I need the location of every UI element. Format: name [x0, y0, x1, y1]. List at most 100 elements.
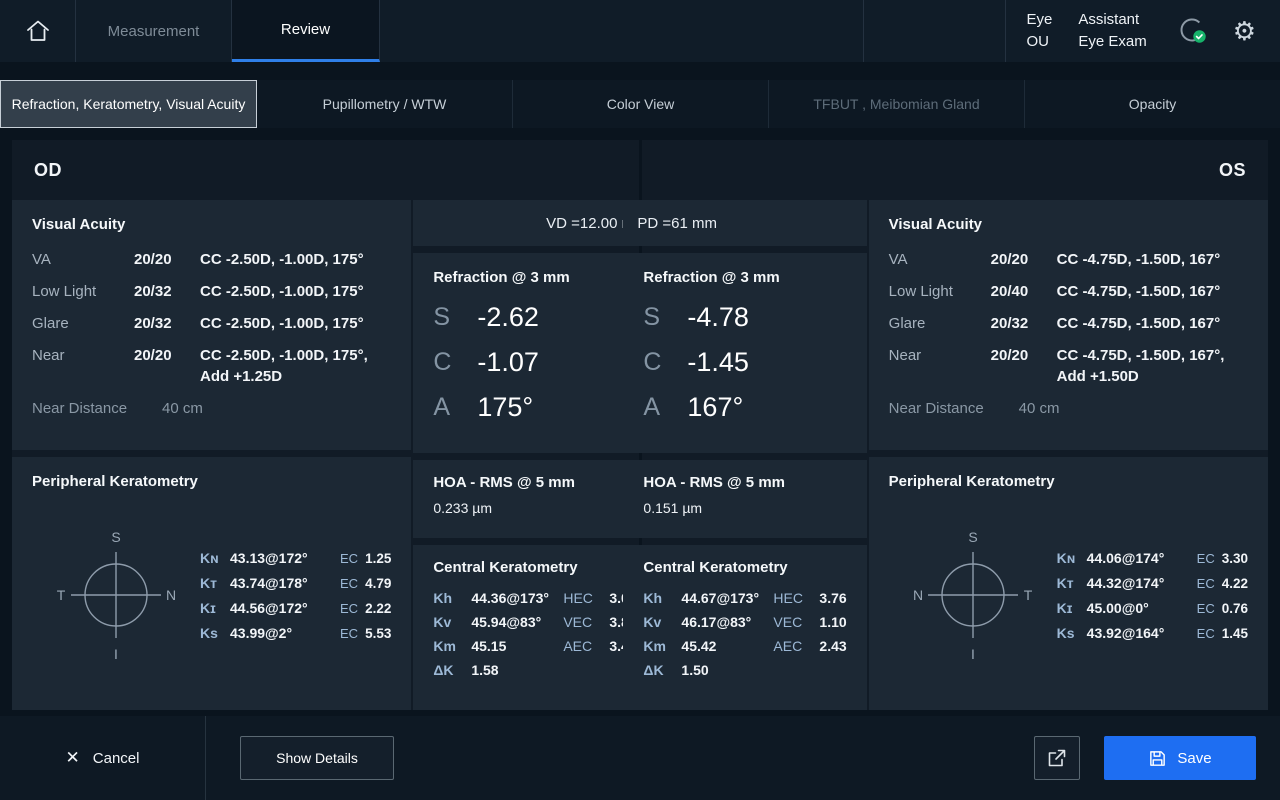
- od-peripheral-keratometry-panel: Peripheral Keratometry S I T: [12, 457, 411, 710]
- os-dk-row: ΔK 1.50: [643, 662, 846, 678]
- os-axis-compass: S I N T: [889, 526, 1057, 664]
- svg-text:N: N: [913, 587, 923, 603]
- od-near-distance-row: Near Distance 40 cm: [32, 398, 391, 419]
- assistant-value: Eye Exam: [1078, 31, 1146, 53]
- os-hoa-value: 0.151 µm: [643, 500, 846, 516]
- gear-icon: ⚙: [1233, 16, 1256, 47]
- os-va-row: VA 20/20 CC -4.75D, -1.50D, 167°: [889, 249, 1248, 270]
- od-ks-row: Ks 43.99@2° EC 5.53: [200, 625, 391, 641]
- save-button[interactable]: Save: [1104, 736, 1256, 780]
- tab-review[interactable]: Review: [232, 0, 380, 62]
- cancel-label: Cancel: [93, 750, 140, 767]
- connection-status-button[interactable]: [1147, 0, 1225, 62]
- os-central-keratometry-title: Central Keratometry: [643, 559, 846, 576]
- os-kt-row: Kᴛ 44.32@174° EC 4.22: [1057, 575, 1248, 591]
- od-visual-acuity-panel: Visual Acuity VA 20/20 CC -2.50D, -1.00D…: [12, 200, 411, 450]
- os-near-row: Near 20/20 CC -4.75D, -1.50D, 167°, Add …: [889, 345, 1248, 387]
- cancel-button[interactable]: ✕ Cancel: [0, 716, 206, 800]
- os-ki-row: Kɪ 45.00@0° EC 0.76: [1057, 600, 1248, 616]
- os-glare-row: Glare 20/32 CC -4.75D, -1.50D, 167°: [889, 313, 1248, 334]
- od-axis-row: A 175°: [433, 392, 636, 423]
- svg-text:T: T: [57, 587, 66, 603]
- od-sphere-row: S -2.62: [433, 302, 636, 333]
- os-low-light-row: Low Light 20/40 CC -4.75D, -1.50D, 167°: [889, 281, 1248, 302]
- subtab-color-view[interactable]: Color View: [513, 80, 769, 128]
- od-glare-row: Glare 20/32 CC -2.50D, -1.00D, 175°: [32, 313, 391, 334]
- os-refraction-panel: Refraction @ 3 mm S -4.78 C -1.45 A 167°: [623, 253, 866, 453]
- app-window: Measurement Review Eye OU Assistant Eye …: [0, 0, 1280, 800]
- pd-header: PD =61 mm: [623, 200, 866, 246]
- os-hoa-title: HOA - RMS @ 5 mm: [643, 474, 846, 491]
- os-central-keratometry-panel: Central Keratometry Kh 44.67@173° HEC 3.…: [623, 545, 866, 710]
- export-icon: [1046, 747, 1068, 769]
- os-axis-row: A 167°: [643, 392, 846, 423]
- os-visual-acuity-panel: Visual Acuity VA 20/20 CC -4.75D, -1.50D…: [869, 200, 1268, 450]
- os-kh-row: Kh 44.67@173° HEC 3.76: [643, 590, 846, 606]
- settings-button[interactable]: ⚙: [1225, 0, 1280, 62]
- os-eye-label: OS: [642, 140, 1269, 200]
- subtab-opacity[interactable]: Opacity: [1025, 80, 1280, 128]
- od-kn-row: Kɴ 43.13@172° EC 1.25: [200, 550, 391, 566]
- topbar-spacer-2: [864, 0, 1006, 62]
- subtab-tfbut-meibomian: TFBUT , Meibomian Gland: [769, 80, 1025, 128]
- topbar-spacer: [380, 0, 864, 62]
- os-peripheral-keratometry-panel: Peripheral Keratometry S I N: [869, 457, 1268, 710]
- tab-measurement[interactable]: Measurement: [76, 0, 232, 62]
- od-hoa-title: HOA - RMS @ 5 mm: [433, 474, 636, 491]
- od-visual-acuity-title: Visual Acuity: [32, 216, 391, 233]
- top-bar: Measurement Review Eye OU Assistant Eye …: [0, 0, 1280, 62]
- od-hoa-value: 0.233 µm: [433, 500, 636, 516]
- od-kh-row: Kh 44.36@173° HEC 3.02: [433, 590, 636, 606]
- footer-bar: ✕ Cancel Show Details Save: [0, 716, 1280, 800]
- od-kt-row: Kᴛ 43.74@178° EC 4.79: [200, 575, 391, 591]
- svg-text:I: I: [114, 646, 118, 662]
- eye-label: Eye: [1026, 9, 1052, 31]
- os-kv-row: Kv 46.17@83° VEC 1.10: [643, 614, 846, 630]
- od-compass-icon: S I T N: [53, 526, 179, 664]
- vd-header: VD =12.00 mm: [413, 200, 656, 246]
- subtab-refraction-keratometry-va[interactable]: Refraction, Keratometry, Visual Acuity: [0, 80, 257, 128]
- os-near-distance-row: Near Distance 40 cm: [889, 398, 1248, 419]
- od-kv-row: Kv 45.94@83° VEC 3.88: [433, 614, 636, 630]
- os-hoa-panel: HOA - RMS @ 5 mm 0.151 µm: [623, 460, 866, 538]
- os-compass-icon: S I N T: [910, 526, 1036, 664]
- od-axis-compass: S I T N: [32, 526, 200, 664]
- os-km-row: Km 45.42 AEC 2.43: [643, 638, 846, 654]
- subtab-pupillometry-wtw[interactable]: Pupillometry / WTW: [257, 80, 513, 128]
- assistant-label: Assistant: [1078, 9, 1146, 31]
- pd-value: PD =61 mm: [637, 215, 717, 232]
- show-details-label: Show Details: [276, 750, 358, 766]
- od-va-row: VA 20/20 CC -2.50D, -1.00D, 175°: [32, 249, 391, 270]
- os-kn-row: Kɴ 44.06@174° EC 3.30: [1057, 550, 1248, 566]
- home-button[interactable]: [0, 0, 76, 62]
- export-button[interactable]: [1034, 736, 1080, 780]
- od-near-row: Near 20/20 CC -2.50D, -1.00D, 175°, Add …: [32, 345, 391, 387]
- save-label: Save: [1177, 750, 1211, 767]
- od-central-keratometry-panel: Central Keratometry Kh 44.36@173° HEC 3.…: [413, 545, 656, 710]
- home-icon: [24, 17, 52, 45]
- od-peripheral-keratometry-title: Peripheral Keratometry: [32, 473, 391, 490]
- od-km-row: Km 45.15 AEC 3.45: [433, 638, 636, 654]
- od-low-light-row: Low Light 20/32 CC -2.50D, -1.00D, 175°: [32, 281, 391, 302]
- show-details-button[interactable]: Show Details: [240, 736, 394, 780]
- assistant-selector[interactable]: Assistant Eye Exam: [1052, 0, 1146, 62]
- os-peripheral-keratometry-title: Peripheral Keratometry: [889, 473, 1248, 490]
- od-section: OD Visual Acuity VA 20/20 CC -2.50D, -1.…: [12, 140, 639, 710]
- svg-text:N: N: [166, 587, 176, 603]
- os-sphere-row: S -4.78: [643, 302, 846, 333]
- od-refraction-title: Refraction @ 3 mm: [433, 269, 636, 286]
- od-ki-row: Kɪ 44.56@172° EC 2.22: [200, 600, 391, 616]
- svg-text:S: S: [111, 529, 120, 545]
- svg-text:T: T: [1023, 587, 1032, 603]
- svg-text:I: I: [971, 646, 975, 662]
- eye-selector[interactable]: Eye OU: [1006, 0, 1052, 62]
- od-hoa-panel: HOA - RMS @ 5 mm 0.233 µm: [413, 460, 656, 538]
- od-central-keratometry-title: Central Keratometry: [433, 559, 636, 576]
- os-cylinder-row: C -1.45: [643, 347, 846, 378]
- os-visual-acuity-title: Visual Acuity: [889, 216, 1248, 233]
- eye-value: OU: [1026, 31, 1052, 53]
- od-eye-label: OD: [12, 140, 639, 200]
- review-subtabs: Refraction, Keratometry, Visual Acuity P…: [0, 80, 1280, 128]
- os-refraction-title: Refraction @ 3 mm: [643, 269, 846, 286]
- od-dk-row: ΔK 1.58: [433, 662, 636, 678]
